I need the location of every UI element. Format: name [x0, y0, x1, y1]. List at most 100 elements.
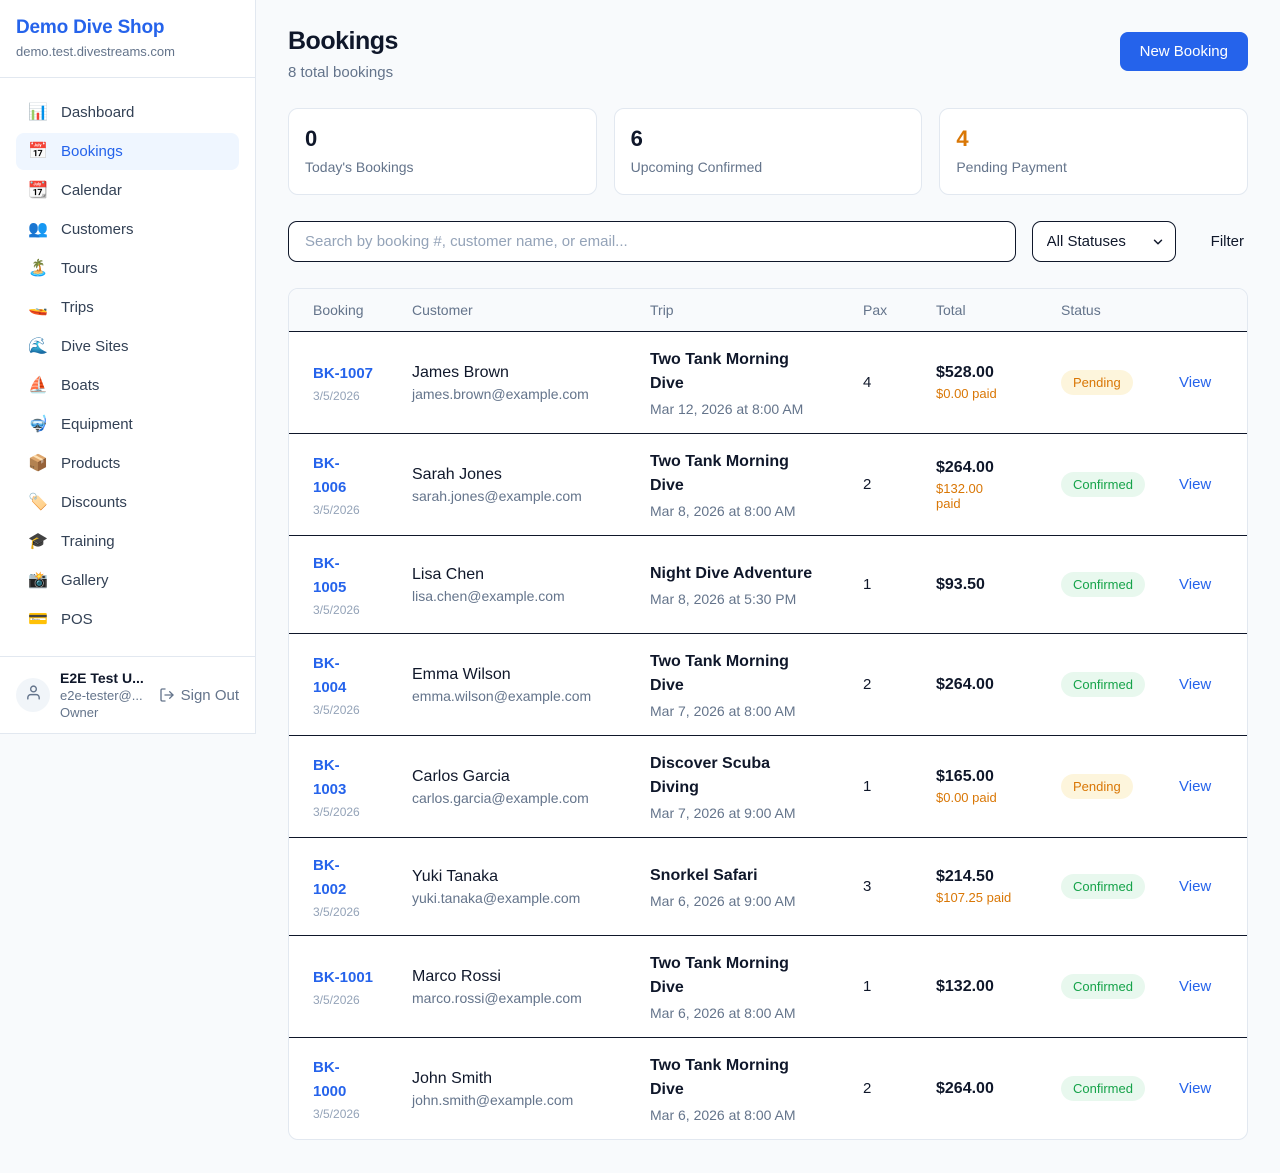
- view-link[interactable]: View: [1179, 576, 1211, 593]
- customer-email: carlos.garcia@example.com: [412, 790, 626, 806]
- pax-count: 1: [863, 978, 871, 995]
- table-row: BK-1007 3/5/2026 James Brown james.brown…: [289, 332, 1247, 434]
- booking-date: 3/5/2026: [313, 603, 388, 617]
- view-link[interactable]: View: [1179, 476, 1211, 493]
- trip-datetime: Mar 7, 2026 at 9:00 AM: [650, 805, 839, 821]
- customer-name: Lisa Chen: [412, 566, 626, 584]
- pax-count: 2: [863, 1080, 871, 1097]
- status-badge: Confirmed: [1061, 672, 1145, 697]
- search-input[interactable]: [288, 221, 1016, 262]
- customer-name: Carlos Garcia: [412, 768, 626, 786]
- sidebar-header: Demo Dive Shop demo.test.divestreams.com: [0, 0, 255, 78]
- column-header-trip: Trip: [638, 289, 851, 332]
- sidebar-item-pos[interactable]: 💳 POS: [16, 601, 239, 638]
- stat-label: Upcoming Confirmed: [631, 159, 906, 175]
- customer-email: yuki.tanaka@example.com: [412, 890, 626, 906]
- sidebar-item-products[interactable]: 📦 Products: [16, 445, 239, 482]
- sidebar-item-dive-sites[interactable]: 🌊 Dive Sites: [16, 328, 239, 365]
- booking-id-link[interactable]: BK- 1002: [313, 854, 346, 902]
- trip-name: Snorkel Safari: [650, 864, 839, 888]
- view-link[interactable]: View: [1179, 978, 1211, 995]
- shop-name: Demo Dive Shop: [16, 17, 239, 39]
- island-icon: 🏝️: [28, 261, 48, 277]
- sign-out-label: Sign Out: [181, 687, 239, 704]
- customer-name: James Brown: [412, 364, 626, 382]
- booking-date: 3/5/2026: [313, 503, 388, 517]
- sidebar-item-bookings[interactable]: 📅 Bookings: [16, 133, 239, 170]
- person-icon: [25, 684, 42, 706]
- camera-icon: 📸: [28, 573, 48, 589]
- sidebar-item-calendar[interactable]: 📆 Calendar: [16, 172, 239, 209]
- view-link[interactable]: View: [1179, 1080, 1211, 1097]
- paid-amount: $132.00 paid: [936, 481, 1037, 511]
- booking-date: 3/5/2026: [313, 805, 388, 819]
- column-header-customer: Customer: [400, 289, 638, 332]
- sidebar-item-tours[interactable]: 🏝️ Tours: [16, 250, 239, 287]
- booking-date: 3/5/2026: [313, 905, 388, 919]
- pax-count: 2: [863, 476, 871, 493]
- status-badge: Pending: [1061, 774, 1133, 799]
- graduation-cap-icon: 🎓: [28, 534, 48, 550]
- new-booking-button[interactable]: New Booking: [1120, 32, 1248, 71]
- pax-count: 1: [863, 778, 871, 795]
- customer-email: marco.rossi@example.com: [412, 990, 626, 1006]
- booking-date: 3/5/2026: [313, 389, 388, 403]
- sidebar-item-dashboard[interactable]: 📊 Dashboard: [16, 94, 239, 131]
- booking-id-link[interactable]: BK- 1003: [313, 754, 346, 802]
- customer-email: john.smith@example.com: [412, 1092, 626, 1108]
- pax-count: 1: [863, 576, 871, 593]
- bar-chart-icon: 📊: [28, 105, 48, 121]
- booking-id-link[interactable]: BK-1001: [313, 966, 373, 990]
- table-row: BK- 1003 3/5/2026 Carlos Garcia carlos.g…: [289, 736, 1247, 838]
- view-link[interactable]: View: [1179, 676, 1211, 693]
- paid-amount: $107.25 paid: [936, 890, 1037, 905]
- total-amount: $93.50: [936, 576, 1037, 594]
- booking-id-link[interactable]: BK- 1004: [313, 652, 346, 700]
- sidebar-item-equipment[interactable]: 🤿 Equipment: [16, 406, 239, 443]
- sidebar: Demo Dive Shop demo.test.divestreams.com…: [0, 0, 256, 734]
- column-header-total: Total: [924, 289, 1049, 332]
- trip-datetime: Mar 12, 2026 at 8:00 AM: [650, 401, 839, 417]
- customer-name: Sarah Jones: [412, 466, 626, 484]
- bookings-table-card: BookingCustomerTripPaxTotalStatus BK-100…: [288, 288, 1248, 1140]
- sidebar-item-training[interactable]: 🎓 Training: [16, 523, 239, 560]
- trip-name: Two Tank Morning Dive: [650, 952, 839, 1000]
- trip-datetime: Mar 6, 2026 at 8:00 AM: [650, 1005, 839, 1021]
- sidebar-item-discounts[interactable]: 🏷️ Discounts: [16, 484, 239, 521]
- trip-datetime: Mar 6, 2026 at 9:00 AM: [650, 893, 839, 909]
- total-amount: $214.50: [936, 868, 1037, 886]
- user-role: Owner: [60, 705, 149, 720]
- pax-count: 2: [863, 676, 871, 693]
- view-link[interactable]: View: [1179, 878, 1211, 895]
- total-amount: $264.00: [936, 459, 1037, 477]
- booking-id-link[interactable]: BK- 1006: [313, 452, 346, 500]
- sidebar-item-gallery[interactable]: 📸 Gallery: [16, 562, 239, 599]
- customer-email: lisa.chen@example.com: [412, 588, 626, 604]
- page-title-block: Bookings 8 total bookings: [288, 27, 398, 81]
- table-header-row: BookingCustomerTripPaxTotalStatus: [289, 289, 1247, 332]
- customer-email: emma.wilson@example.com: [412, 688, 626, 704]
- filter-button[interactable]: Filter: [1207, 225, 1248, 258]
- sidebar-item-boats[interactable]: ⛵ Boats: [16, 367, 239, 404]
- sidebar-nav: 📊 Dashboard 📅 Bookings 📆 Calendar 👥 Cust…: [0, 78, 255, 648]
- table-row: BK- 1004 3/5/2026 Emma Wilson emma.wilso…: [289, 634, 1247, 736]
- sidebar-item-customers[interactable]: 👥 Customers: [16, 211, 239, 248]
- column-header-actions: [1167, 289, 1247, 332]
- stat-card: 4 Pending Payment: [939, 108, 1248, 195]
- sidebar-item-trips[interactable]: 🚤 Trips: [16, 289, 239, 326]
- table-row: BK- 1002 3/5/2026 Yuki Tanaka yuki.tanak…: [289, 838, 1247, 936]
- status-badge: Confirmed: [1061, 472, 1145, 497]
- booking-id-link[interactable]: BK- 1000: [313, 1056, 346, 1104]
- status-select[interactable]: All Statuses: [1032, 221, 1176, 262]
- bookings-table: BookingCustomerTripPaxTotalStatus BK-100…: [289, 289, 1247, 1139]
- view-link[interactable]: View: [1179, 374, 1211, 391]
- booking-id-link[interactable]: BK- 1005: [313, 552, 346, 600]
- sign-out-button[interactable]: Sign Out: [159, 687, 239, 704]
- package-icon: 📦: [28, 456, 48, 472]
- total-amount: $165.00: [936, 768, 1037, 786]
- view-link[interactable]: View: [1179, 778, 1211, 795]
- booking-id-link[interactable]: BK-1007: [313, 362, 373, 386]
- status-select-wrap: All Statuses: [1032, 221, 1176, 262]
- customer-email: sarah.jones@example.com: [412, 488, 626, 504]
- trip-datetime: Mar 7, 2026 at 8:00 AM: [650, 703, 839, 719]
